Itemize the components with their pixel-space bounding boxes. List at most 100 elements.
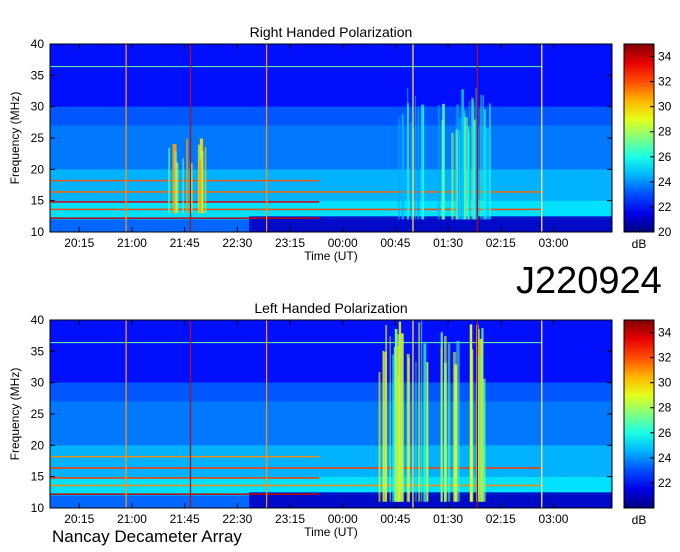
- colorbar-tick-label: 30: [658, 100, 672, 114]
- y-tick-label: 10: [31, 501, 45, 515]
- feature-streak: [168, 148, 171, 214]
- feature-streak: [464, 117, 469, 220]
- feature-streak: [471, 97, 474, 220]
- feature-streak: [451, 132, 454, 220]
- footer-label: Nancay Decameter Array: [52, 527, 242, 546]
- feature-streak: [482, 95, 484, 220]
- x-tick-label: 01:30: [433, 236, 463, 250]
- x-tick-label: 00:45: [380, 236, 410, 250]
- feature-streak: [426, 362, 429, 502]
- feature-streak: [407, 357, 410, 502]
- feature-streak: [437, 105, 440, 220]
- feature-streak: [461, 89, 465, 220]
- y-tick-label: 40: [31, 313, 45, 327]
- left-polarization-panel: Left Handed Polarization 10 15 20 25 30 35 40 Fr…: [8, 300, 672, 539]
- colorbar-tick-label: 26: [658, 150, 672, 164]
- feature-streak: [442, 103, 445, 220]
- x-tick-label: 23:15: [275, 236, 305, 250]
- feature-streak: [423, 343, 427, 502]
- feature-streak: [488, 103, 491, 220]
- x-tick-label: 03:00: [538, 512, 568, 526]
- freq-band-1: [50, 382, 612, 402]
- y-axis-label: Frequency (MHz): [8, 368, 22, 461]
- feature-streak: [389, 336, 391, 502]
- colorbar-tick-label: 26: [658, 426, 672, 440]
- colorbar-tick-label: 28: [658, 401, 672, 415]
- feature-streak: [392, 354, 395, 502]
- y-tick-label: 20: [31, 438, 45, 452]
- x-tick-label: 21:00: [117, 236, 147, 250]
- freq-band-2: [50, 125, 612, 170]
- x-tick-label: 00:00: [328, 512, 358, 526]
- colorbar-tick-label: 32: [658, 75, 672, 89]
- y-tick-label: 20: [31, 162, 45, 176]
- colorbar-label: dB: [632, 513, 647, 527]
- freq-band-0: [50, 44, 612, 107]
- y-axis-label: Frequency (MHz): [8, 92, 22, 185]
- y-tick-label: 40: [31, 37, 45, 51]
- x-tick-label: 00:45: [380, 512, 410, 526]
- panel-title: Left Handed Polarization: [254, 300, 407, 316]
- feature-streak: [447, 343, 451, 502]
- heatmap-area: [50, 320, 612, 508]
- x-tick-label: 22:30: [222, 236, 252, 250]
- feature-streak: [201, 151, 204, 214]
- y-tick-label: 25: [31, 407, 45, 421]
- x-axis-label: Time (UT): [304, 525, 358, 539]
- feature-streak: [397, 334, 401, 502]
- feature-streak: [401, 114, 405, 220]
- feature-streak: [174, 151, 177, 214]
- feature-streak: [440, 348, 442, 502]
- heatmap-area: [50, 44, 612, 232]
- y-tick-label: 30: [31, 376, 45, 390]
- colorbar-tick-label: 28: [658, 125, 672, 139]
- colorbar-tick-label: 24: [658, 451, 672, 465]
- freq-band-3: [50, 445, 612, 477]
- feature-streak: [481, 328, 484, 502]
- y-tick-label: 30: [31, 100, 45, 114]
- panel-title: Right Handed Polarization: [250, 24, 413, 40]
- feature-streak: [382, 350, 385, 502]
- feature-streak: [443, 362, 447, 502]
- feature-streak: [186, 138, 189, 214]
- x-tick-label: 20:15: [64, 236, 94, 250]
- feature-streak: [407, 103, 409, 220]
- x-tick-label: 01:30: [433, 512, 463, 526]
- feature-streak: [421, 104, 425, 220]
- y-tick-label: 10: [31, 225, 45, 239]
- colorbar-tick-label: 32: [658, 351, 672, 365]
- colorbar-tick-label: 34: [658, 50, 672, 64]
- feature-streak: [414, 95, 417, 220]
- colorbar-label: dB: [632, 237, 647, 251]
- y-tick-label: 15: [31, 470, 45, 484]
- x-tick-label: 21:00: [117, 512, 147, 526]
- x-tick-label: 03:00: [538, 236, 568, 250]
- x-tick-label: 00:00: [328, 236, 358, 250]
- feature-streak: [467, 131, 470, 220]
- colorbar-tick-label: 34: [658, 326, 672, 340]
- x-tick-label: 02:15: [486, 512, 516, 526]
- observation-id: J220924: [516, 260, 662, 302]
- feature-streak: [378, 372, 381, 502]
- x-tick-label: 23:15: [275, 512, 305, 526]
- y-tick-label: 35: [31, 344, 45, 358]
- colorbar-tick-label: 30: [658, 376, 672, 390]
- feature-streak: [485, 128, 489, 220]
- y-tick-label: 25: [31, 131, 45, 145]
- freq-band-1: [50, 106, 612, 126]
- feature-streak: [417, 107, 420, 220]
- feature-streak: [204, 147, 207, 214]
- feature-streak: [198, 159, 202, 214]
- feature-streak: [421, 320, 423, 502]
- feature-streak: [398, 118, 400, 220]
- feature-streak: [473, 121, 476, 220]
- freq-band-0: [50, 320, 612, 383]
- x-tick-label: 20:15: [64, 512, 94, 526]
- x-tick-label: 21:45: [170, 512, 200, 526]
- colorbar-tick-label: 20: [658, 225, 672, 239]
- feature-streak: [182, 158, 184, 214]
- y-tick-label: 35: [31, 68, 45, 82]
- feature-streak: [480, 94, 482, 220]
- feature-streak: [418, 322, 421, 502]
- feature-streak: [410, 121, 412, 220]
